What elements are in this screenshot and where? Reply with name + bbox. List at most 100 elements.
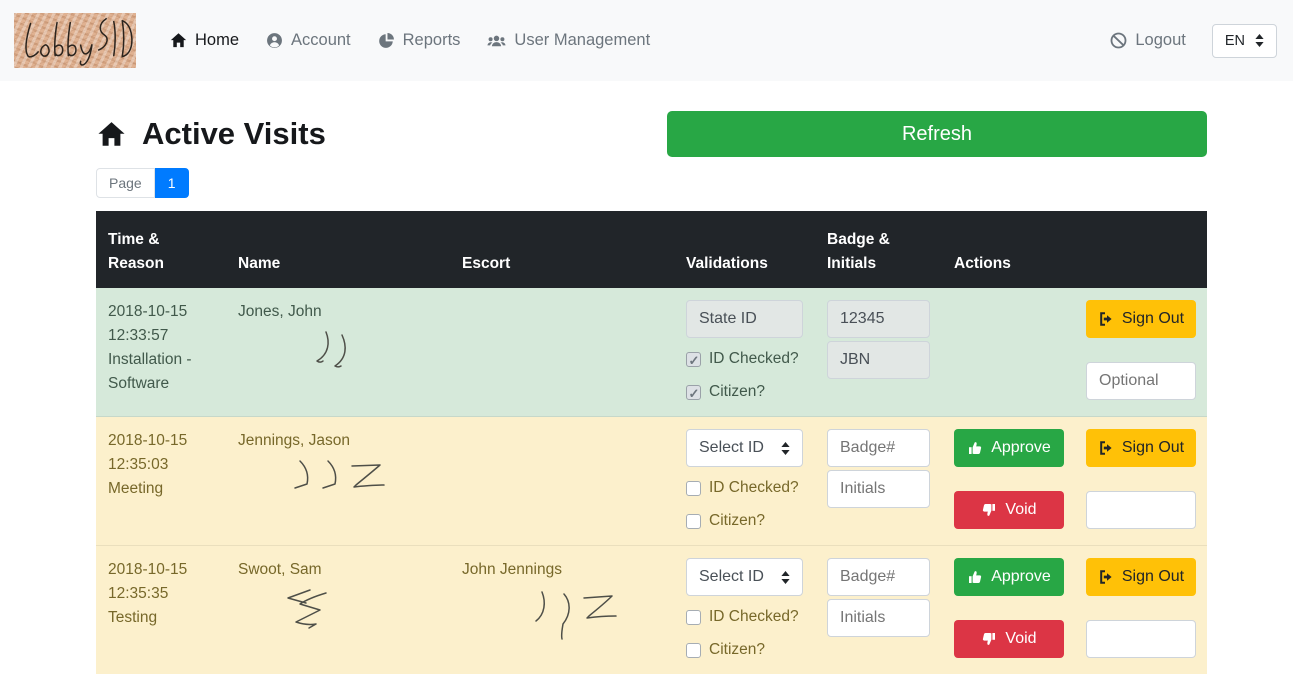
- id-checked-checkbox[interactable]: [686, 481, 701, 496]
- visitor-signature: [306, 328, 356, 374]
- ban-icon: [1110, 32, 1127, 49]
- table-row: 2018-10-15 12:33:57 Installation - Softw…: [96, 288, 1207, 417]
- approve-button[interactable]: Approve: [954, 429, 1064, 467]
- cell-time-reason: 2018-10-15 12:35:03 Meeting: [96, 417, 226, 546]
- initials-input: [827, 341, 930, 379]
- initials-input[interactable]: [827, 599, 930, 637]
- header-time-reason: Time & Reason: [96, 211, 226, 288]
- sign-out-icon: [1098, 440, 1114, 456]
- nav-item-label: Account: [291, 31, 351, 50]
- active-visits-table: Time & Reason Name Escort Validations Ba…: [96, 211, 1207, 674]
- thumbs-up-icon: [967, 569, 983, 585]
- id-checked-label: ID Checked?: [709, 347, 799, 371]
- initials-input[interactable]: [827, 470, 930, 508]
- visit-time: 12:35:03: [108, 453, 214, 477]
- void-button[interactable]: Void: [954, 620, 1064, 658]
- nav-right: Logout EN: [1110, 24, 1277, 58]
- escort-signature: [532, 586, 628, 642]
- thumbs-down-icon: [981, 631, 997, 647]
- cell-validations: Select ID ID Checked? Citizen?: [674, 417, 815, 546]
- nav-item-account[interactable]: Account: [254, 23, 363, 58]
- id-type-select[interactable]: Select ID: [686, 429, 803, 467]
- pagination-page-label[interactable]: Page: [96, 168, 155, 198]
- logout-button[interactable]: Logout: [1110, 31, 1185, 50]
- nav-item-label: Reports: [403, 31, 461, 50]
- signout-note-input[interactable]: [1086, 362, 1196, 400]
- signout-note-input[interactable]: [1086, 620, 1196, 658]
- visit-reason: Testing: [108, 606, 214, 630]
- id-checked-row: ID Checked?: [686, 605, 803, 629]
- person-circle-icon: [266, 32, 283, 49]
- void-button[interactable]: Void: [954, 491, 1064, 529]
- nav-links: Home Account Reports User Management: [158, 23, 662, 58]
- citizen-row: Citizen?: [686, 380, 803, 404]
- approve-button[interactable]: Approve: [954, 558, 1064, 596]
- badge-input: [827, 300, 930, 338]
- id-checked-label: ID Checked?: [709, 476, 799, 500]
- page-title: Active Visits: [96, 116, 326, 152]
- cell-actions: Approve Sign Out Void: [942, 546, 1207, 675]
- visit-date: 2018-10-15: [108, 300, 214, 324]
- brand-logo-scrawl: [16, 15, 134, 67]
- badge-input[interactable]: [827, 429, 930, 467]
- nav-item-label: User Management: [514, 31, 650, 50]
- citizen-label: Citizen?: [709, 638, 765, 662]
- header-badge-initials: Badge & Initials: [815, 211, 942, 288]
- cell-time-reason: 2018-10-15 12:33:57 Installation - Softw…: [96, 288, 226, 417]
- language-select[interactable]: EN: [1212, 24, 1277, 58]
- brand-logo[interactable]: [14, 13, 136, 68]
- id-type-select: State ID: [686, 300, 803, 338]
- updown-caret-icon: [781, 571, 790, 584]
- nav-item-user-management[interactable]: User Management: [475, 23, 662, 58]
- table-row: 2018-10-15 12:35:35 Testing Swoot, Sam J…: [96, 546, 1207, 675]
- visitor-signature: [284, 586, 354, 638]
- nav-item-home[interactable]: Home: [158, 23, 251, 58]
- cell-time-reason: 2018-10-15 12:35:35 Testing: [96, 546, 226, 675]
- table-header-row: Time & Reason Name Escort Validations Ba…: [96, 211, 1207, 288]
- visit-reason: Meeting: [108, 477, 214, 501]
- id-type-select[interactable]: Select ID: [686, 558, 803, 596]
- pagination-current-page[interactable]: 1: [155, 168, 189, 198]
- page-title-text: Active Visits: [142, 116, 326, 152]
- visit-time: 12:33:57: [108, 324, 214, 348]
- sign-out-button[interactable]: Sign Out: [1086, 429, 1196, 467]
- title-row: Active Visits Refresh: [96, 111, 1207, 157]
- home-icon: [170, 32, 187, 49]
- citizen-label: Citizen?: [709, 380, 765, 404]
- visitor-name: Jennings, Jason: [238, 429, 438, 453]
- cell-badge-initials: [815, 546, 942, 675]
- cell-actions: Approve Sign Out Void: [942, 417, 1207, 546]
- top-navbar: Home Account Reports User Management L: [0, 0, 1293, 81]
- citizen-row: Citizen?: [686, 509, 803, 533]
- nav-item-reports[interactable]: Reports: [366, 23, 473, 58]
- id-checked-checkbox[interactable]: [686, 610, 701, 625]
- cell-validations: State ID ID Checked? Citizen?: [674, 288, 815, 417]
- cell-name: Jones, John: [226, 288, 450, 417]
- main-content: Active Visits Refresh Page 1 Time & Reas…: [0, 81, 1293, 674]
- header-validations: Validations: [674, 211, 815, 288]
- language-value: EN: [1225, 33, 1245, 49]
- sign-out-button[interactable]: Sign Out: [1086, 300, 1196, 338]
- sign-out-button[interactable]: Sign Out: [1086, 558, 1196, 596]
- logout-label: Logout: [1135, 31, 1185, 50]
- cell-badge-initials: [815, 417, 942, 546]
- citizen-checkbox[interactable]: [686, 643, 701, 658]
- cell-badge-initials: [815, 288, 942, 417]
- sign-out-icon: [1098, 569, 1114, 585]
- home-icon: [96, 120, 127, 149]
- signout-note-input[interactable]: [1086, 491, 1196, 529]
- visit-reason: Installation - Software: [108, 348, 214, 396]
- refresh-button[interactable]: Refresh: [667, 111, 1207, 157]
- nav-item-label: Home: [195, 31, 239, 50]
- updown-caret-icon: [1255, 34, 1264, 47]
- citizen-checkbox[interactable]: [686, 514, 701, 529]
- visit-date: 2018-10-15: [108, 429, 214, 453]
- badge-input[interactable]: [827, 558, 930, 596]
- cell-actions: Sign Out: [942, 288, 1207, 417]
- citizen-label: Citizen?: [709, 509, 765, 533]
- id-checked-row: ID Checked?: [686, 476, 803, 500]
- citizen-checkbox: [686, 385, 701, 400]
- visit-date: 2018-10-15: [108, 558, 214, 582]
- cell-escort: [450, 288, 674, 417]
- visitor-signature: [290, 457, 400, 499]
